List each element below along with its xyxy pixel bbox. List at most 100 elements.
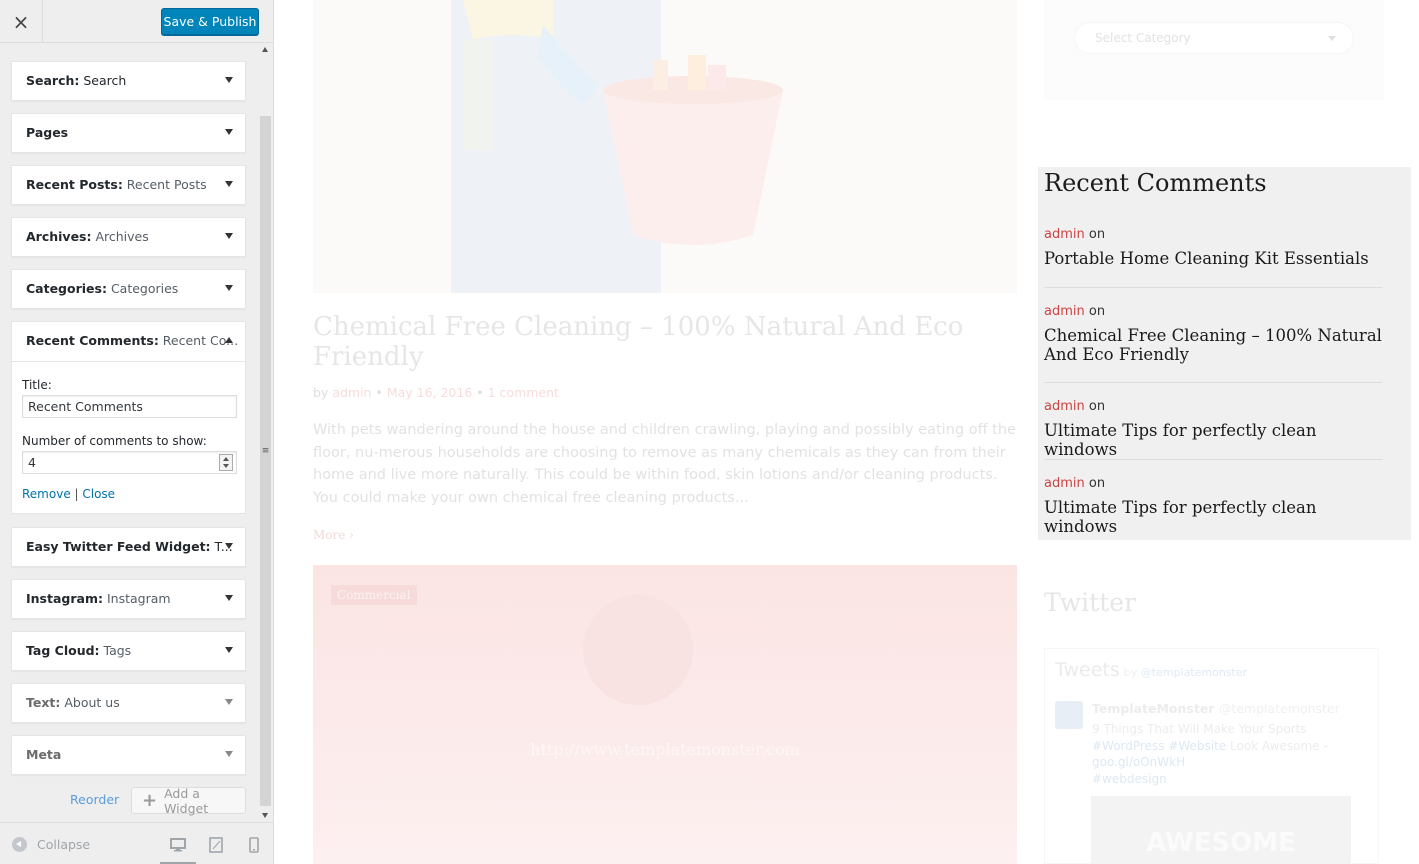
avatar[interactable]: [1055, 701, 1083, 729]
comment-on: on: [1084, 476, 1106, 491]
widget-search[interactable]: Search: Search: [11, 61, 246, 101]
divider: [1044, 287, 1382, 288]
chevron-down-icon[interactable]: [225, 129, 233, 135]
comment-item: admin on Chemical Free Cleaning – 100% N…: [1044, 304, 1382, 364]
comment-meta: admin on: [1044, 399, 1382, 414]
widget-archives[interactable]: Archives: Archives: [11, 217, 246, 257]
close-icon[interactable]: ×: [0, 0, 43, 43]
chevron-down-icon[interactable]: [225, 181, 233, 187]
chevron-down-icon[interactable]: [225, 543, 233, 549]
widget-twitter-feed[interactable]: Easy Twitter Feed Widget: T...: [11, 527, 246, 567]
twitter-timeline[interactable]: Tweets by @templatemonster TemplateMonste…: [1044, 648, 1379, 864]
chevron-down-icon[interactable]: [225, 647, 233, 653]
tweet-text: 9 Things That Will Make Your Sports #Wor…: [1092, 722, 1328, 786]
comment-post-link[interactable]: Chemical Free Cleaning – 100% Natural An…: [1044, 326, 1382, 364]
chevron-down-icon[interactable]: [225, 751, 233, 757]
comment-post-link[interactable]: Portable Home Cleaning Kit Essentials: [1044, 249, 1382, 268]
tweets-by: by @templatemonster: [1123, 666, 1248, 679]
comment-post-link[interactable]: Ultimate Tips for perfectly clean window…: [1044, 421, 1382, 459]
meta-separator: •: [371, 385, 387, 400]
comment-item: admin on Ultimate Tips for perfectly cle…: [1044, 476, 1382, 536]
hashtag-link[interactable]: #WordPress: [1092, 739, 1164, 753]
post-title[interactable]: Chemical Free Cleaning – 100% Natural An…: [313, 312, 973, 372]
tweets-by-handle[interactable]: @templatemonster: [1141, 666, 1247, 679]
tablet-preview-icon[interactable]: [206, 835, 226, 855]
add-widget-button[interactable]: + Add a Widget: [131, 785, 246, 816]
tweet-handle: @templatemonster: [1218, 701, 1340, 716]
customizer-sidebar: × Save & Publish Search: Search Pages Re…: [0, 0, 274, 864]
comment-item: admin on Portable Home Cleaning Kit Esse…: [1044, 227, 1382, 268]
widget-title: Pages: [26, 125, 69, 140]
desktop-preview-icon[interactable]: [160, 835, 196, 864]
widget-text[interactable]: Text: About us: [11, 683, 246, 723]
spinner-icon[interactable]: [219, 454, 233, 471]
recent-comments-widget: Recent Comments admin on Portable Home C…: [1038, 167, 1411, 540]
widget-header[interactable]: Recent Comments: Recent Co...: [12, 322, 245, 362]
twitter-widget-heading: Twitter: [1044, 588, 1137, 617]
number-value: 4: [28, 455, 36, 470]
widget-meta[interactable]: Meta: [11, 735, 246, 775]
chevron-down-icon[interactable]: [225, 285, 233, 291]
widget-title: Easy Twitter Feed Widget: T...: [26, 539, 233, 554]
more-link[interactable]: More ›: [313, 528, 354, 542]
comment-author-link[interactable]: admin: [1044, 227, 1085, 242]
post-image-commercial[interactable]: Commercial http://www.templatemonster.co…: [313, 565, 1017, 864]
scroll-up-icon[interactable]: [262, 47, 268, 52]
hashtag-link[interactable]: #webdesign: [1092, 772, 1167, 786]
title-input[interactable]: Recent Comments: [22, 395, 237, 418]
remove-link[interactable]: Remove: [22, 487, 71, 501]
site-preview[interactable]: Chemical Free Cleaning – 100% Natural An…: [274, 0, 1419, 864]
number-input[interactable]: 4: [22, 451, 237, 474]
customizer-header: × Save & Publish: [0, 0, 273, 43]
chevron-down-icon[interactable]: [225, 77, 233, 83]
scroll-down-icon[interactable]: [262, 813, 268, 818]
hashtag-link[interactable]: #Website: [1168, 739, 1226, 753]
collapse-icon: [12, 837, 27, 852]
category-select[interactable]: Select Category: [1074, 22, 1354, 54]
chevron-down-icon[interactable]: [225, 233, 233, 239]
close-link[interactable]: Close: [82, 487, 115, 501]
meta-by: by: [313, 385, 333, 400]
tweet-author[interactable]: TemplateMonster @templatemonster: [1092, 701, 1340, 716]
meta-comments-link[interactable]: 1 comment: [488, 385, 559, 400]
comment-post-link[interactable]: Ultimate Tips for perfectly clean window…: [1044, 498, 1382, 536]
comment-meta: admin on: [1044, 227, 1382, 242]
tweet-link[interactable]: goo.gl/oOnWkH: [1092, 755, 1185, 769]
add-widget-label: Add a Widget: [164, 785, 209, 816]
widget-pages[interactable]: Pages: [11, 113, 246, 153]
tweet-image[interactable]: AWESOME: [1091, 796, 1351, 864]
chevron-down-icon[interactable]: [225, 595, 233, 601]
collapse-button[interactable]: Collapse: [12, 837, 90, 852]
widget-instagram[interactable]: Instagram: Instagram: [11, 579, 246, 619]
meta-date-link[interactable]: May 16, 2016: [387, 385, 472, 400]
comment-author-link[interactable]: admin: [1044, 399, 1085, 414]
mobile-preview-icon[interactable]: [244, 835, 264, 855]
collapse-label: Collapse: [37, 837, 91, 852]
comment-author-link[interactable]: admin: [1044, 476, 1085, 491]
chevron-up-icon[interactable]: [225, 337, 233, 343]
widget-heading: Recent Comments: [1044, 169, 1267, 197]
reorder-link[interactable]: Reorder: [70, 792, 119, 807]
comment-on: on: [1084, 399, 1106, 414]
category-select-value: Select Category: [1095, 31, 1191, 45]
chevron-down-icon[interactable]: [225, 699, 233, 705]
title-label: Title:: [22, 378, 52, 392]
widget-categories[interactable]: Categories: Categories: [11, 269, 246, 309]
post-featured-image[interactable]: [313, 0, 1017, 293]
cleaning-person-image: [451, 0, 783, 293]
meta-author-link[interactable]: admin: [332, 385, 371, 400]
widget-tools: Reorder + Add a Widget: [0, 785, 258, 816]
scroll-thumb[interactable]: ≡: [260, 116, 271, 806]
post-meta: by admin • May 16, 2016 • 1 comment: [313, 385, 559, 400]
comment-meta: admin on: [1044, 476, 1382, 491]
customizer-footer: Collapse: [0, 822, 273, 864]
comment-author-link[interactable]: admin: [1044, 304, 1085, 319]
tweet-image-text: AWESOME: [1146, 828, 1296, 858]
sidebar-scrollbar[interactable]: ≡: [258, 44, 273, 822]
widget-title: Text: About us: [26, 695, 120, 710]
widget-recent-posts[interactable]: Recent Posts: Recent Posts: [11, 165, 246, 205]
category-badge[interactable]: Commercial: [331, 585, 417, 605]
save-publish-button[interactable]: Save & Publish: [161, 8, 259, 35]
widget-tag-cloud[interactable]: Tag Cloud: Tags: [11, 631, 246, 671]
comment-item: admin on Ultimate Tips for perfectly cle…: [1044, 399, 1382, 459]
